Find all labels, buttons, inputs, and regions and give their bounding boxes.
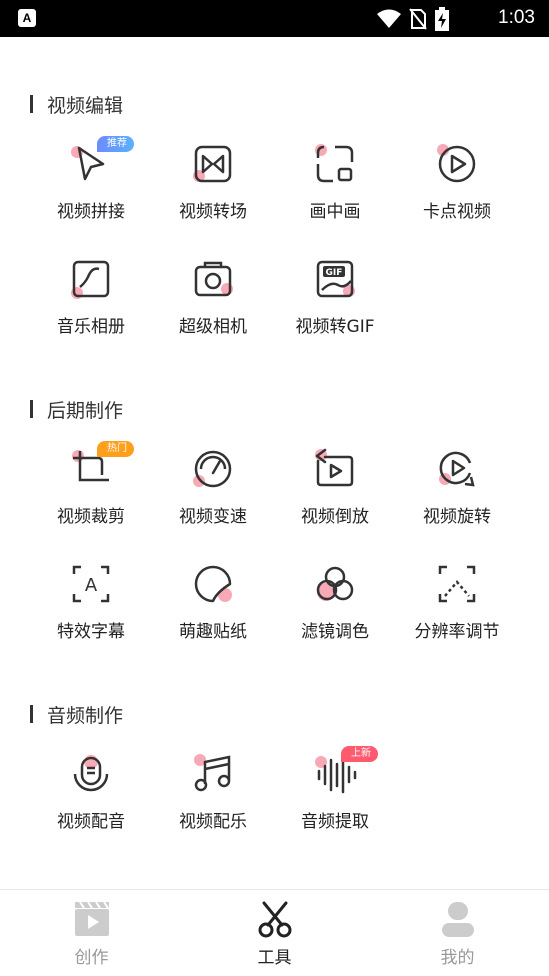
speed-gauge-icon xyxy=(191,447,235,491)
tool-label: 视频变速 xyxy=(179,507,247,527)
clapper-icon xyxy=(72,899,112,939)
tool-effect-subtitle[interactable]: A 特效字幕 xyxy=(30,562,152,642)
tool-background-music[interactable]: 视频配乐 xyxy=(152,752,274,832)
section-title: 后期制作 xyxy=(30,397,123,422)
badge-hot: 热门 xyxy=(97,441,134,457)
reverse-play-icon xyxy=(313,447,357,491)
music-album-icon xyxy=(69,257,113,301)
no-sim-icon xyxy=(409,8,427,34)
user-icon xyxy=(438,899,478,939)
tool-label: 视频转GIF xyxy=(295,317,375,337)
tool-label: 超级相机 xyxy=(179,317,247,337)
tool-label: 滤镜调色 xyxy=(301,622,369,642)
tool-label: 特效字幕 xyxy=(57,622,125,642)
subtitle-icon: A xyxy=(69,562,113,606)
tool-sticker[interactable]: 萌趣贴纸 xyxy=(152,562,274,642)
tool-label: 音频提取 xyxy=(301,812,369,832)
filter-icon xyxy=(313,562,357,606)
tool-label: 视频配乐 xyxy=(179,812,247,832)
tab-mine[interactable]: 我的 xyxy=(366,890,549,976)
tool-super-camera[interactable]: 超级相机 xyxy=(152,257,274,337)
tool-label: 视频裁剪 xyxy=(57,507,125,527)
tool-audio-extract[interactable]: 上新 音频提取 xyxy=(274,746,396,832)
cursor-play-icon: 推荐 xyxy=(69,136,134,186)
tab-tools[interactable]: 工具 xyxy=(183,890,366,976)
tool-filter-color[interactable]: 滤镜调色 xyxy=(274,562,396,642)
tool-video-merge[interactable]: 推荐 视频拼接 xyxy=(30,136,152,222)
tool-label: 萌趣贴纸 xyxy=(179,622,247,642)
svg-text:GIF: GIF xyxy=(326,268,343,278)
sticker-icon xyxy=(191,562,235,606)
tool-label: 视频转场 xyxy=(179,202,247,222)
camera-icon xyxy=(191,257,235,301)
tool-video-rotate[interactable]: 视频旋转 xyxy=(396,447,518,527)
clock: 1:03 xyxy=(498,7,535,28)
tool-picture-in-picture[interactable]: 画中画 xyxy=(274,142,396,222)
tool-label: 视频倒放 xyxy=(301,507,369,527)
tool-resolution[interactable]: 分辨率调节 xyxy=(396,562,518,642)
wifi-icon xyxy=(377,8,401,34)
badge-new: 上新 xyxy=(341,746,378,762)
rotate-icon xyxy=(435,447,479,491)
resolution-icon xyxy=(435,562,479,606)
tool-voice-over[interactable]: 视频配音 xyxy=(30,752,152,832)
tool-label: 音乐相册 xyxy=(57,317,125,337)
play-circle-icon xyxy=(435,142,479,186)
scissors-icon xyxy=(255,899,295,939)
tool-video-reverse[interactable]: 视频倒放 xyxy=(274,447,396,527)
crop-icon: 热门 xyxy=(69,441,134,491)
tool-music-album[interactable]: 音乐相册 xyxy=(30,257,152,337)
music-note-icon xyxy=(191,752,235,796)
tool-label: 视频拼接 xyxy=(57,202,125,222)
section-title: 视频编辑 xyxy=(30,92,123,117)
tool-label: 视频配音 xyxy=(57,812,125,832)
microphone-icon xyxy=(69,752,113,796)
tool-beat-video[interactable]: 卡点视频 xyxy=(396,142,518,222)
svg-text:A: A xyxy=(85,575,98,596)
battery-charging-icon xyxy=(435,7,449,35)
status-bar: A 1:03 xyxy=(0,0,549,37)
tool-label: 视频旋转 xyxy=(423,507,491,527)
tab-create[interactable]: 创作 xyxy=(0,890,183,976)
tool-video-transition[interactable]: 视频转场 xyxy=(152,142,274,222)
tool-label: 画中画 xyxy=(309,202,361,222)
tool-video-crop[interactable]: 热门 视频裁剪 xyxy=(30,441,152,527)
tool-label: 分辨率调节 xyxy=(414,622,500,642)
audio-wave-icon: 上新 xyxy=(313,746,378,796)
bottom-tab-bar: 创作 工具 我的 xyxy=(0,889,549,976)
section-title: 音频制作 xyxy=(30,702,123,727)
badge-recommended: 推荐 xyxy=(97,136,134,152)
tool-video-to-gif[interactable]: GIF 视频转GIF xyxy=(274,257,396,337)
app-notification-icon: A xyxy=(18,9,36,27)
picture-in-picture-icon xyxy=(313,142,357,186)
transition-icon xyxy=(191,142,235,186)
tool-video-speed[interactable]: 视频变速 xyxy=(152,447,274,527)
tool-label: 卡点视频 xyxy=(423,202,491,222)
gif-icon: GIF xyxy=(313,257,357,301)
